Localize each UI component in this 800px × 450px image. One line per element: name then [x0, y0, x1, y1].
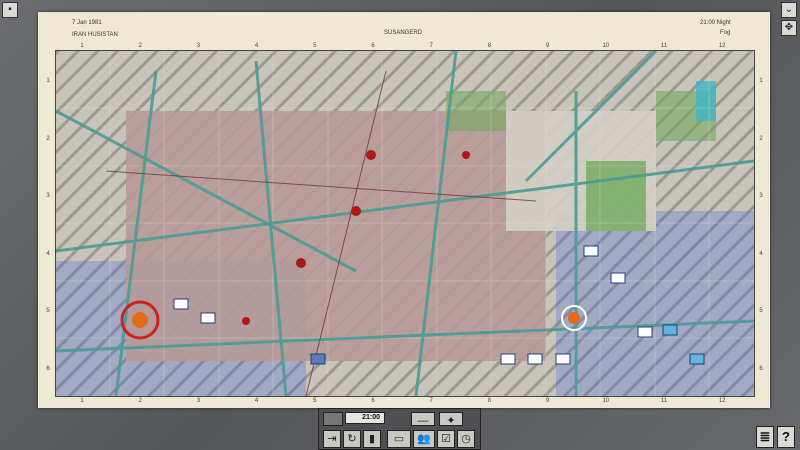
grid-column-label: 11	[660, 43, 668, 49]
exit-icon[interactable]: ⇥	[323, 430, 341, 448]
tactical-map[interactable]	[55, 50, 755, 397]
move-icon[interactable]: ✥	[781, 20, 797, 36]
clock-icon[interactable]: ◷	[457, 430, 475, 448]
help-icon[interactable]: ?	[777, 426, 795, 448]
speed-icon[interactable]: —	[411, 412, 435, 427]
grid-column-label: 6	[371, 398, 375, 404]
fire-icon-2	[568, 312, 580, 324]
map-sheet: 7 Jan 1981 IRAN HUSISTAN SUSANGERD 21:00…	[38, 12, 770, 408]
grid-row-label: 2	[46, 135, 50, 142]
grid-column-label: 1	[80, 398, 84, 404]
grid-row-label: 1	[759, 78, 763, 84]
location-label: SUSANGERD	[384, 30, 423, 36]
grid-column-label: 4	[254, 398, 259, 404]
grid-column-label: 8	[487, 398, 492, 404]
urban-area	[126, 111, 546, 361]
grid-column-label: 8	[487, 43, 492, 49]
grid-row-label: 2	[759, 135, 763, 142]
grid-row-label: 3	[46, 193, 50, 199]
grid-column-label: 2	[138, 398, 142, 404]
grid-row-label: 6	[46, 365, 50, 372]
grid-column-label: 3	[196, 43, 201, 49]
vegetation-2	[446, 91, 506, 131]
time-slider-icon[interactable]	[323, 412, 343, 426]
vehicles-icon[interactable]: ▭	[387, 430, 411, 448]
game-clock: 21:00	[345, 412, 385, 424]
vegetation-1	[586, 161, 646, 231]
chevron-icon[interactable]: ⌄	[781, 2, 797, 18]
grid-column-label: 3	[196, 398, 201, 404]
grid-column-label: 10	[602, 398, 610, 404]
grid-row-label: 4	[46, 250, 50, 257]
date-label: 7 Jan 1981	[72, 20, 102, 26]
document-icon[interactable]: ≣	[756, 426, 774, 448]
grid-row-label: 6	[759, 365, 763, 372]
grid-column-label: 11	[660, 398, 668, 404]
grid-column-label: 12	[718, 398, 726, 404]
stats-icon[interactable]: ▮	[363, 430, 381, 448]
refresh-icon[interactable]: ↻	[343, 430, 361, 448]
grid-column-label: 4	[254, 43, 259, 49]
region-label: IRAN HUSISTAN	[72, 32, 118, 38]
confirm-icon[interactable]: ☑	[437, 430, 455, 448]
grid-row-label: 3	[759, 193, 763, 199]
grid-row-label: 5	[46, 308, 50, 314]
grid-column-label: 7	[429, 398, 433, 404]
water-1	[696, 81, 716, 121]
grid-column-label: 9	[545, 398, 550, 404]
command-toolbar: 21:00 — ✦ ⇥ ↻ ▮ ▭ 👥 ☑ ◷	[318, 408, 481, 450]
grid-row-label: 1	[46, 78, 50, 84]
grid-row-label: 5	[759, 308, 763, 314]
weather-label: Fog	[720, 30, 731, 36]
grid-column-label: 1	[80, 43, 84, 49]
grid-column-label: 9	[545, 43, 550, 49]
grid-column-label: 7	[429, 43, 433, 49]
grid-column-label: 6	[371, 43, 375, 49]
grid-column-label: 5	[313, 398, 317, 404]
time-label: 21:00 Night	[700, 20, 731, 26]
grid-column-label: 12	[718, 43, 726, 49]
grid-column-label: 5	[313, 43, 317, 49]
window-icon[interactable]: ▪	[2, 2, 18, 18]
grid-column-label: 10	[602, 43, 610, 49]
map-canvas[interactable]	[56, 51, 754, 396]
grid-row-label: 4	[759, 250, 763, 257]
grid-column-label: 2	[138, 43, 142, 49]
wings-icon[interactable]: ✦	[439, 412, 463, 427]
fire-icon	[132, 312, 148, 328]
troops-icon[interactable]: 👥	[413, 430, 435, 448]
